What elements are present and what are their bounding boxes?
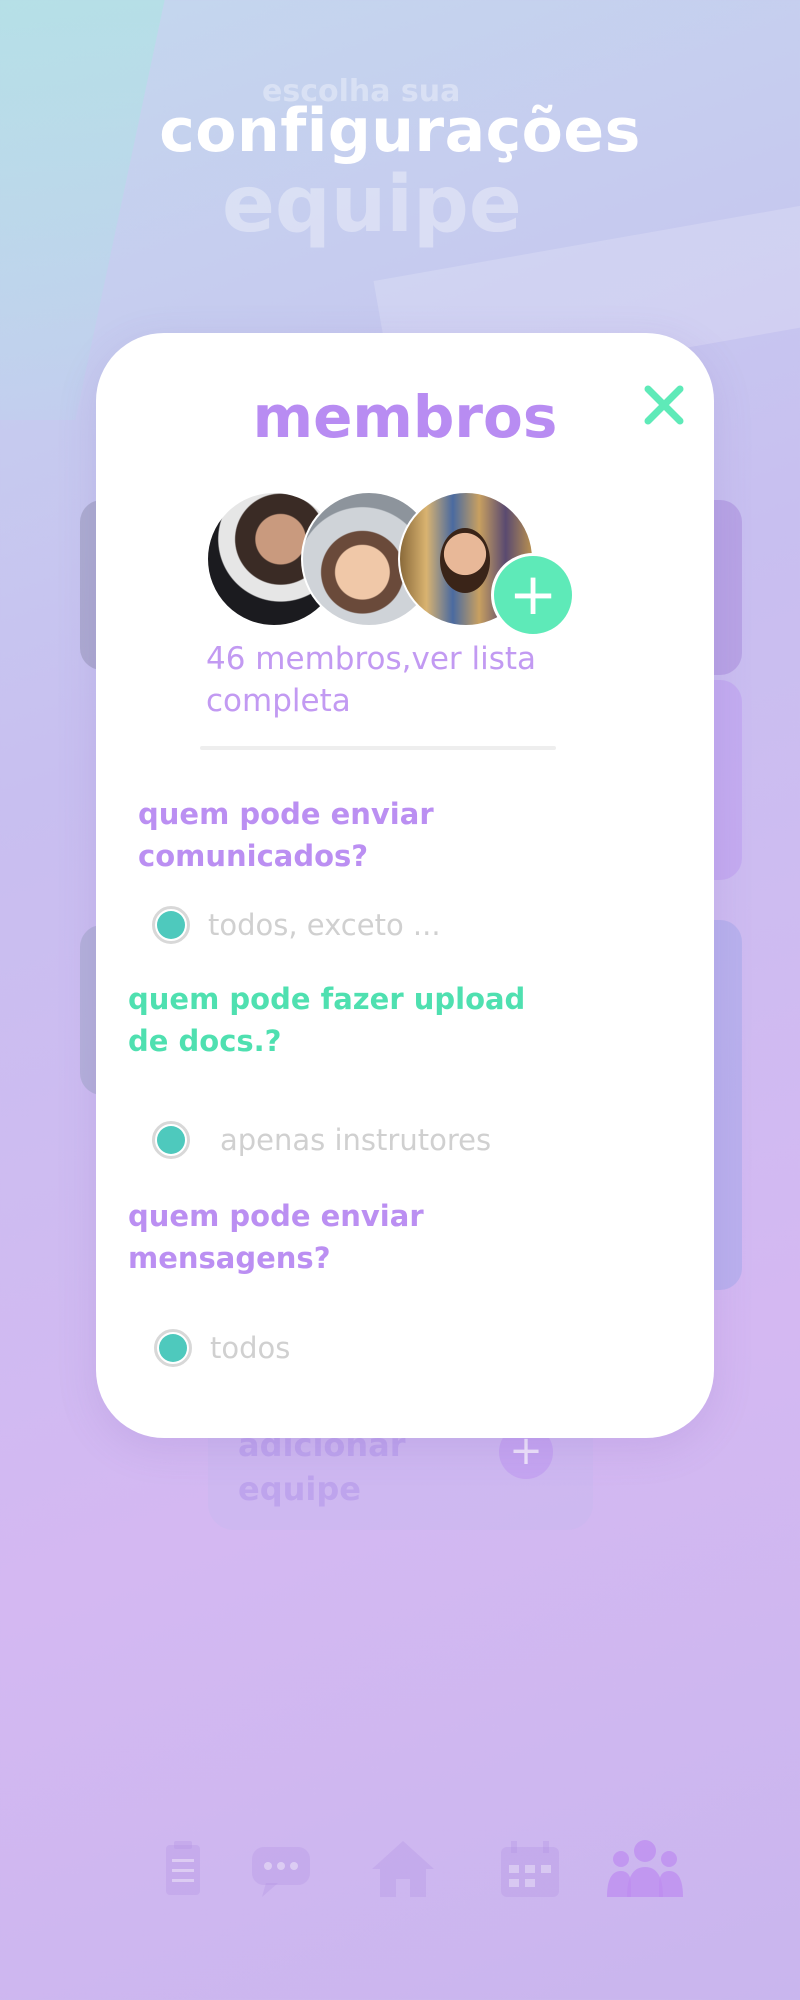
question-announcements: quem pode enviar comunicados? — [138, 797, 434, 873]
members-list-link[interactable]: 46 membros,ver lista completa — [206, 638, 586, 722]
home-icon — [372, 1841, 434, 1897]
option-upload-docs[interactable]: apenas instrutores — [152, 1121, 491, 1159]
chat-icon — [252, 1847, 310, 1897]
option-announcements[interactable]: todos, exceto ... — [152, 906, 441, 944]
divider — [200, 746, 556, 750]
question-messages: quem pode enviar mensagens? — [128, 1199, 424, 1275]
question-upload-docs: quem pode fazer upload de docs.? — [128, 982, 526, 1058]
member-avatars[interactable]: + — [206, 491, 576, 637]
tab-home — [368, 1835, 438, 1905]
close-icon[interactable] — [642, 383, 686, 427]
option-label: todos — [210, 1331, 291, 1365]
radio-button[interactable] — [152, 906, 190, 944]
tab-checklist — [148, 1835, 218, 1905]
option-messages[interactable]: todos — [154, 1329, 290, 1367]
ghost-title: equipe — [222, 160, 522, 250]
add-member-button[interactable]: + — [491, 553, 575, 637]
modal-title: membros — [252, 383, 558, 451]
tab-chat — [246, 1835, 316, 1905]
option-label: todos, exceto ... — [208, 908, 441, 942]
members-settings-modal: membros + 46 membros,ver lista completa … — [96, 333, 714, 1438]
radio-button[interactable] — [152, 1121, 190, 1159]
checklist-icon — [166, 1841, 200, 1895]
tab-team — [605, 1835, 683, 1905]
option-label: apenas instrutores — [220, 1123, 492, 1157]
radio-button[interactable] — [154, 1329, 192, 1367]
tab-calendar — [495, 1835, 565, 1905]
calendar-icon — [501, 1841, 559, 1897]
team-icon — [607, 1840, 683, 1897]
bottom-tab-bar — [50, 1815, 750, 1935]
page-title: configurações — [159, 96, 641, 166]
close-button[interactable] — [642, 383, 686, 427]
